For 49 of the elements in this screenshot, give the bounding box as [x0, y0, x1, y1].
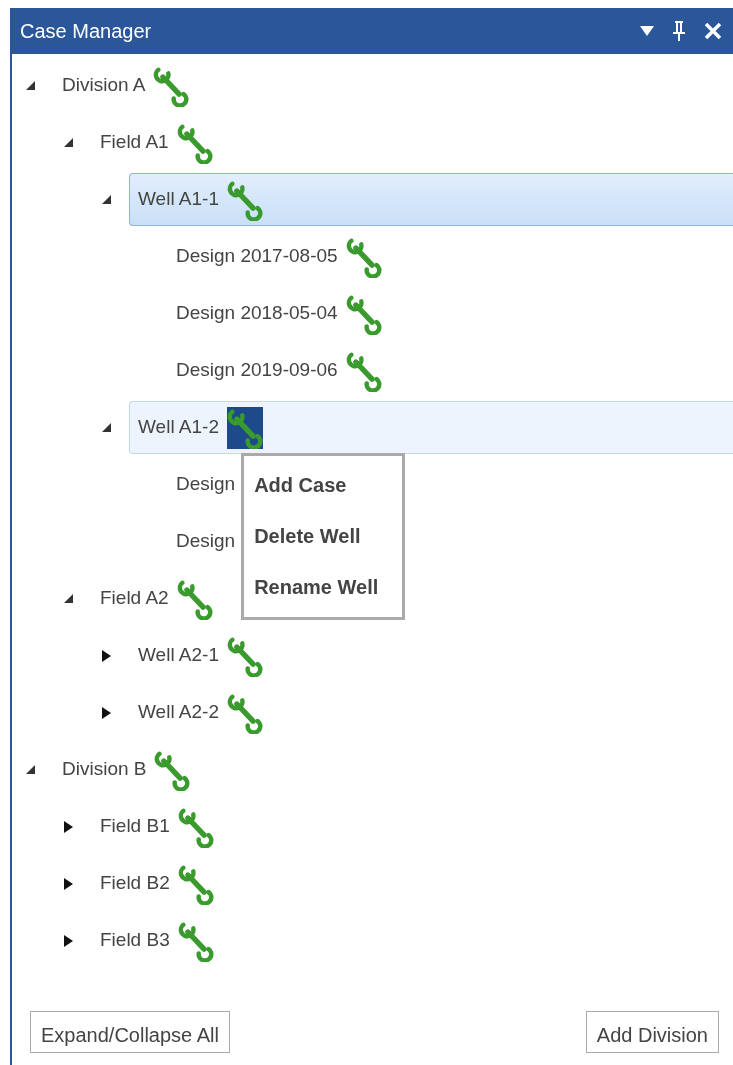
wrench-icon[interactable]: [176, 577, 213, 620]
tree-item[interactable]: Field B1: [91, 800, 214, 853]
dropdown-icon[interactable]: [639, 25, 655, 37]
tree-item[interactable]: Division B: [53, 743, 191, 796]
tree-item[interactable]: Field B3: [91, 914, 214, 967]
action-button[interactable]: Expand/Collapse All: [30, 1011, 230, 1053]
wrench-icon[interactable]: [226, 634, 263, 677]
wrench-icon[interactable]: [226, 406, 263, 449]
tree-item[interactable]: Field B2: [91, 857, 214, 910]
tree-item[interactable]: Design 2018-05-04: [167, 287, 382, 340]
expander-icon[interactable]: [64, 594, 73, 603]
expander-icon[interactable]: [102, 649, 111, 662]
wrench-icon[interactable]: [177, 919, 214, 962]
close-icon[interactable]: [703, 21, 723, 41]
window-title: Case Manager: [20, 19, 152, 44]
menu-item[interactable]: Rename Well: [244, 562, 403, 613]
expander-icon[interactable]: [64, 934, 73, 947]
wrench-icon[interactable]: [177, 862, 214, 905]
tree-item[interactable]: Division A: [53, 59, 190, 112]
expander-icon[interactable]: [64, 877, 73, 890]
tree-item[interactable]: Design: [167, 515, 236, 568]
wrench-icon[interactable]: [176, 121, 213, 164]
tree-item[interactable]: Field A1: [91, 116, 213, 169]
tree-item[interactable]: Design: [167, 458, 236, 511]
wrench-icon[interactable]: [153, 64, 190, 107]
expander-icon[interactable]: [102, 423, 111, 432]
tree-item[interactable]: Field A2: [91, 572, 213, 625]
menu-item[interactable]: Add Case: [244, 460, 403, 511]
menu-item[interactable]: Delete Well: [244, 511, 403, 562]
action-button[interactable]: Add Division: [585, 1011, 719, 1053]
tree-item[interactable]: Design 2019-09-06: [167, 344, 382, 397]
expander-icon[interactable]: [64, 820, 73, 833]
wrench-icon[interactable]: [345, 292, 382, 335]
pin-icon[interactable]: [671, 20, 687, 42]
wrench-icon[interactable]: [177, 805, 214, 848]
expander-icon[interactable]: [102, 706, 111, 719]
wrench-icon[interactable]: [154, 748, 191, 791]
wrench-icon[interactable]: [226, 691, 263, 734]
wrench-icon[interactable]: [345, 235, 382, 278]
tree-item[interactable]: Well A1-1: [129, 173, 733, 226]
expander-icon[interactable]: [102, 195, 111, 204]
expander-icon[interactable]: [26, 765, 35, 774]
tree-item[interactable]: Design 2017-08-05: [167, 230, 382, 283]
expander-icon[interactable]: [26, 81, 35, 90]
tree-item[interactable]: Well A1-2: [129, 401, 733, 454]
expander-icon[interactable]: [64, 138, 73, 147]
wrench-icon[interactable]: [345, 349, 382, 392]
tree-item[interactable]: Well A2-2: [129, 686, 263, 739]
tree-item[interactable]: Well A2-1: [129, 629, 263, 682]
